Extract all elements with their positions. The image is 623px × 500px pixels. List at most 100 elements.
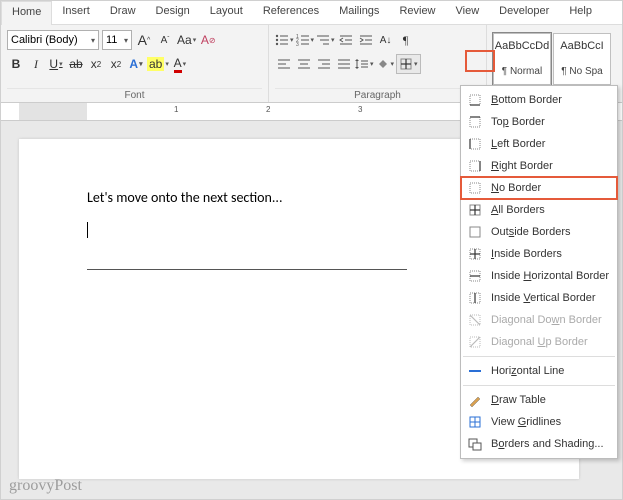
multilevel-list-button[interactable]: ▾	[316, 30, 335, 50]
borders-dropdown-menu: Bottom Border Top Border Left Border Right …	[460, 85, 618, 459]
border-menu-top[interactable]: Top Border	[461, 111, 617, 133]
font-name-value: Calibri (Body)	[11, 34, 78, 46]
ribbon-tabs: Home Insert Draw Design Layout Reference…	[1, 1, 622, 25]
change-case-button[interactable]: Aa▾	[177, 30, 196, 50]
grow-font-button[interactable]: A^	[135, 30, 153, 50]
border-none-icon	[467, 180, 483, 196]
border-inside-icon	[467, 246, 483, 262]
border-menu-none[interactable]: No Border	[461, 177, 617, 199]
border-iv-icon	[467, 290, 483, 306]
clear-formatting-button[interactable]: A⊘	[199, 30, 217, 50]
font-size-value: 11	[106, 34, 117, 46]
tab-design[interactable]: Design	[146, 1, 200, 24]
border-ih-icon	[467, 268, 483, 284]
font-color-button[interactable]: A▾	[171, 54, 189, 74]
align-left-button[interactable]	[275, 54, 293, 74]
border-menu-ih[interactable]: Inside Horizontal Border	[461, 265, 617, 287]
watermark: groovyPost	[9, 477, 82, 495]
text-effects-button[interactable]: A▾	[127, 54, 145, 74]
menu-label: Right Border	[491, 160, 611, 172]
svg-text:3: 3	[296, 42, 299, 46]
numbering-button[interactable]: 123▾	[296, 30, 315, 50]
tab-draw[interactable]: Draw	[100, 1, 146, 24]
menu-label: Horizontal Line	[491, 365, 611, 377]
font-name-combo[interactable]: Calibri (Body) ▾	[7, 30, 99, 50]
border-menu-hline[interactable]: Horizontal Line	[461, 360, 617, 382]
superscript-button[interactable]: x2	[107, 54, 125, 74]
align-right-button[interactable]	[315, 54, 333, 74]
tab-developer[interactable]: Developer	[489, 1, 559, 24]
menu-label: Inside Borders	[491, 248, 611, 260]
chevron-down-icon: ▾	[124, 36, 128, 45]
menu-label: Left Border	[491, 138, 611, 150]
horizontal-rule	[87, 269, 407, 270]
border-menu-dialog[interactable]: Borders and Shading...	[461, 433, 617, 455]
highlight-button[interactable]: ab▾	[147, 54, 169, 74]
border-menu-inside[interactable]: Inside Borders	[461, 243, 617, 265]
tab-layout[interactable]: Layout	[200, 1, 253, 24]
subscript-button[interactable]: x2	[87, 54, 105, 74]
chevron-down-icon: ▾	[91, 36, 95, 45]
border-right-icon	[467, 158, 483, 174]
menu-label: View Gridlines	[491, 416, 611, 428]
border-menu-bottom[interactable]: Bottom Border	[461, 89, 617, 111]
sort-button[interactable]: A↓	[377, 30, 395, 50]
menu-label: All Borders	[491, 204, 611, 216]
border-menu-grid[interactable]: View Gridlines	[461, 411, 617, 433]
underline-button[interactable]: U▾	[47, 54, 65, 74]
show-marks-button[interactable]: ¶	[397, 30, 415, 50]
justify-button[interactable]	[335, 54, 353, 74]
shrink-font-button[interactable]: Aˇ	[156, 30, 174, 50]
border-dialog-icon	[467, 436, 483, 452]
strikethrough-button[interactable]: ab	[67, 54, 85, 74]
border-menu-draw[interactable]: Draw Table	[461, 389, 617, 411]
font-group-label: Font	[7, 88, 262, 102]
menu-label: Diagonal Up Border	[491, 336, 611, 348]
line-spacing-button[interactable]: ▾	[355, 54, 374, 74]
border-menu-all[interactable]: All Borders	[461, 199, 617, 221]
menu-label: Outside Borders	[491, 226, 611, 238]
align-center-button[interactable]	[295, 54, 313, 74]
italic-button[interactable]: I	[27, 54, 45, 74]
style-no-spacing[interactable]: AaBbCcI ¶ No Spa	[553, 33, 611, 85]
borders-button-highlight	[465, 50, 495, 72]
text-cursor	[87, 222, 88, 238]
menu-separator	[463, 356, 615, 357]
word-app: Home Insert Draw Design Layout Reference…	[0, 0, 623, 500]
decrease-indent-button[interactable]	[337, 30, 355, 50]
bold-button[interactable]: B	[7, 54, 25, 74]
border-menu-right[interactable]: Right Border	[461, 155, 617, 177]
font-size-combo[interactable]: 11 ▾	[102, 30, 132, 50]
border-outside-icon	[467, 224, 483, 240]
border-menu-du: Diagonal Up Border	[461, 331, 617, 353]
borders-button[interactable]: ▾	[396, 54, 421, 74]
menu-separator	[463, 385, 615, 386]
bullets-button[interactable]: ▾	[275, 30, 294, 50]
menu-label: No Border	[491, 182, 611, 194]
menu-label: Top Border	[491, 116, 611, 128]
style-normal[interactable]: AaBbCcDd ¶ Normal	[493, 33, 551, 85]
menu-label: Bottom Border	[491, 94, 611, 106]
border-grid-icon	[467, 414, 483, 430]
tab-view[interactable]: View	[446, 1, 490, 24]
menu-label: Draw Table	[491, 394, 611, 406]
increase-indent-button[interactable]	[357, 30, 375, 50]
tab-insert[interactable]: Insert	[52, 1, 100, 24]
border-left-icon	[467, 136, 483, 152]
border-draw-icon	[467, 392, 483, 408]
border-menu-outside[interactable]: Outside Borders	[461, 221, 617, 243]
tab-home[interactable]: Home	[1, 1, 52, 25]
tab-mailings[interactable]: Mailings	[329, 1, 389, 24]
border-menu-left[interactable]: Left Border	[461, 133, 617, 155]
border-bottom-icon	[467, 92, 483, 108]
tab-references[interactable]: References	[253, 1, 329, 24]
tab-review[interactable]: Review	[389, 1, 445, 24]
tab-help[interactable]: Help	[559, 1, 602, 24]
border-menu-iv[interactable]: Inside Vertical Border	[461, 287, 617, 309]
menu-label: Borders and Shading...	[491, 438, 611, 450]
paragraph-group: ▾ 123▾ ▾ A↓ ¶ ▾ ▾ ▾ Para	[269, 25, 487, 102]
shading-button[interactable]: ▾	[376, 54, 395, 74]
menu-label: Inside Vertical Border	[491, 292, 611, 304]
border-du-icon	[467, 334, 483, 350]
border-dd-icon	[467, 312, 483, 328]
